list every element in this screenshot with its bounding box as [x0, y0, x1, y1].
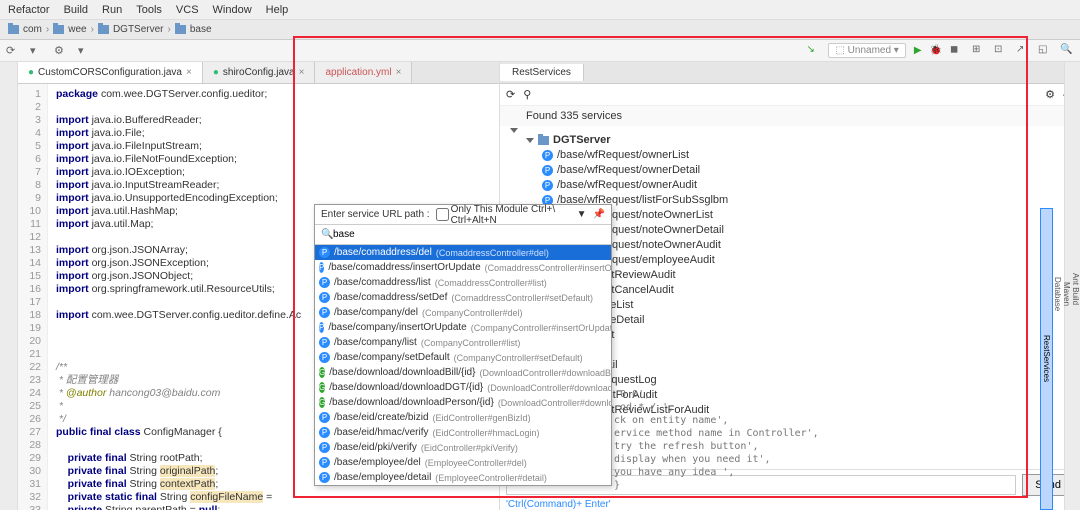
refresh-icon[interactable]: ⟳: [506, 88, 515, 101]
service-search-input[interactable]: [319, 229, 607, 240]
popup-result-item[interactable]: P /base/employee/detail (EmployeeControl…: [315, 470, 611, 485]
menu-run[interactable]: Run: [102, 4, 122, 16]
only-module-checkbox[interactable]: Only This Module Ctrl+\ Ctrl+Alt+N: [436, 204, 567, 226]
run-icon[interactable]: ▶: [914, 45, 922, 56]
filter-icon[interactable]: ⚲: [523, 88, 531, 101]
pin-icon[interactable]: 📌: [593, 209, 605, 220]
editor-tabs: ● CustomCORSConfiguration.java × ● shiro…: [18, 62, 499, 84]
tab-label: application.yml: [325, 67, 391, 78]
crumb-wee[interactable]: wee: [68, 24, 86, 35]
right-tool-stripe: Ant Build Maven Database RestServices: [1064, 62, 1080, 510]
checkbox[interactable]: [436, 208, 449, 221]
popup-result-item[interactable]: P /base/employee/del (EmployeeController…: [315, 455, 611, 470]
tab-label: CustomCORSConfiguration.java: [38, 67, 182, 78]
popup-results: P /base/comaddress/del (ComaddressContro…: [315, 245, 611, 485]
main-toolbar: ⟳ ▾ ⚙ ▾ ↘ ⬚ Unnamed ▾ ▶ 🐞 ◼ ⊞ ⊡ ↗ ◱ 🔍: [0, 40, 1080, 62]
menu-help[interactable]: Help: [266, 4, 289, 16]
crumb-base[interactable]: base: [190, 24, 212, 35]
line-gutter: 1234567891011121314151617181920212223242…: [18, 84, 48, 510]
menu-window[interactable]: Window: [213, 4, 252, 16]
dropdown-icon[interactable]: ▾: [78, 44, 92, 58]
toolbar-icon[interactable]: ⊡: [994, 44, 1008, 58]
popup-result-item[interactable]: P /base/comaddress/setDef (ComaddressCon…: [315, 290, 611, 305]
toolbar-icon[interactable]: ↗: [1016, 44, 1030, 58]
popup-result-item[interactable]: P /base/eid/create/bizid (EidController#…: [315, 410, 611, 425]
popup-label: Enter service URL path :: [321, 209, 430, 220]
popup-result-item[interactable]: P /base/eid/pki/verify (EidController#pk…: [315, 440, 611, 455]
menu-refactor[interactable]: Refactor: [8, 4, 50, 16]
menu-tools[interactable]: Tools: [136, 4, 162, 16]
stop-icon[interactable]: ◼: [950, 44, 964, 58]
close-icon[interactable]: ×: [299, 67, 305, 78]
popup-result-item[interactable]: G /base/download/downloadBill/{id} (Down…: [315, 365, 611, 380]
menu-build[interactable]: Build: [64, 4, 88, 16]
panel-toolbar: ⟳ ⚲ ⚙ —: [500, 84, 1080, 106]
service-search-popup: Enter service URL path : Only This Modul…: [314, 204, 612, 486]
rail-ant[interactable]: Ant Build: [1071, 68, 1080, 510]
gear-icon[interactable]: ⚙: [54, 44, 68, 58]
close-icon[interactable]: ×: [186, 67, 192, 78]
popup-result-item[interactable]: P /base/company/setDefault (CompanyContr…: [315, 350, 611, 365]
popup-result-item[interactable]: P /base/company/insertOrUpdate (CompanyC…: [315, 320, 611, 335]
toolbar-icon[interactable]: ⊞: [972, 44, 986, 58]
search-icon[interactable]: 🔍: [1060, 44, 1074, 58]
folder-icon: [98, 25, 109, 34]
popup-result-item[interactable]: P /base/comaddress/list (ComaddressContr…: [315, 275, 611, 290]
close-icon[interactable]: ×: [396, 67, 402, 78]
folder-icon: [175, 25, 186, 34]
popup-result-item[interactable]: P /base/company/del (CompanyController#d…: [315, 305, 611, 320]
filter-icon[interactable]: ▼: [577, 209, 587, 220]
run-config-select[interactable]: ⬚ Unnamed ▾: [828, 43, 905, 58]
rail-restservices[interactable]: RestServices: [1040, 208, 1053, 510]
tab-application[interactable]: application.yml ×: [315, 62, 412, 83]
endpoint-item[interactable]: P /base/wfRequest/ownerList: [510, 148, 1080, 163]
popup-result-item[interactable]: P /base/company/list (CompanyController#…: [315, 335, 611, 350]
main-menu: Refactor Build Run Tools VCS Window Help: [0, 0, 1080, 20]
dropdown-icon[interactable]: ▾: [30, 44, 44, 58]
search-icon: 🔍: [321, 229, 333, 240]
tab-shiroconfig[interactable]: ● shiroConfig.java ×: [203, 62, 316, 83]
popup-result-item[interactable]: P /base/comaddress/del (ComaddressContro…: [315, 245, 611, 260]
background-text: 0 0', od * / ', ck on entity name', ervi…: [614, 388, 819, 492]
popup-result-item[interactable]: G /base/download/downloadDGT/{id} (Downl…: [315, 380, 611, 395]
results-count: Found 335 services: [500, 106, 1080, 126]
folder-icon: [53, 25, 64, 34]
endpoint-item[interactable]: P /base/wfRequest/ownerDetail: [510, 163, 1080, 178]
java-icon: ●: [213, 67, 219, 78]
debug-icon[interactable]: 🐞: [930, 45, 942, 56]
hammer-icon[interactable]: ↘: [806, 44, 820, 58]
rail-database[interactable]: Database: [1053, 78, 1062, 510]
tab-customcors[interactable]: ● CustomCORSConfiguration.java ×: [18, 62, 203, 83]
crumb-com[interactable]: com: [23, 24, 42, 35]
rail-maven[interactable]: Maven: [1062, 78, 1071, 510]
shortcut-hint: 'Ctrl(Command)+ Enter': [500, 499, 1080, 510]
popup-result-item[interactable]: P /base/eid/hmac/verify (EidController#h…: [315, 425, 611, 440]
sync-icon[interactable]: ⟳: [6, 44, 20, 58]
menu-vcs[interactable]: VCS: [176, 4, 199, 16]
folder-icon: [8, 25, 19, 34]
popup-result-item[interactable]: P /base/comaddress/insertOrUpdate (Comad…: [315, 260, 611, 275]
java-icon: ●: [28, 67, 34, 78]
left-tool-stripe[interactable]: [0, 62, 18, 510]
toolbar-icon[interactable]: ◱: [1038, 44, 1052, 58]
crumb-dgtserver[interactable]: DGTServer: [113, 24, 164, 35]
panel-tabs: RestServices: [500, 62, 1080, 84]
popup-result-item[interactable]: G /base/download/downloadPerson/{id} (Do…: [315, 395, 611, 410]
checkbox-label: Only This Module Ctrl+\ Ctrl+Alt+N: [451, 204, 567, 226]
breadcrumb: com› wee› DGTServer› base: [0, 20, 1080, 40]
tab-restservices[interactable]: RestServices: [500, 64, 584, 81]
endpoint-item[interactable]: P /base/wfRequest/ownerAudit: [510, 178, 1080, 193]
tab-label: shiroConfig.java: [223, 67, 295, 78]
